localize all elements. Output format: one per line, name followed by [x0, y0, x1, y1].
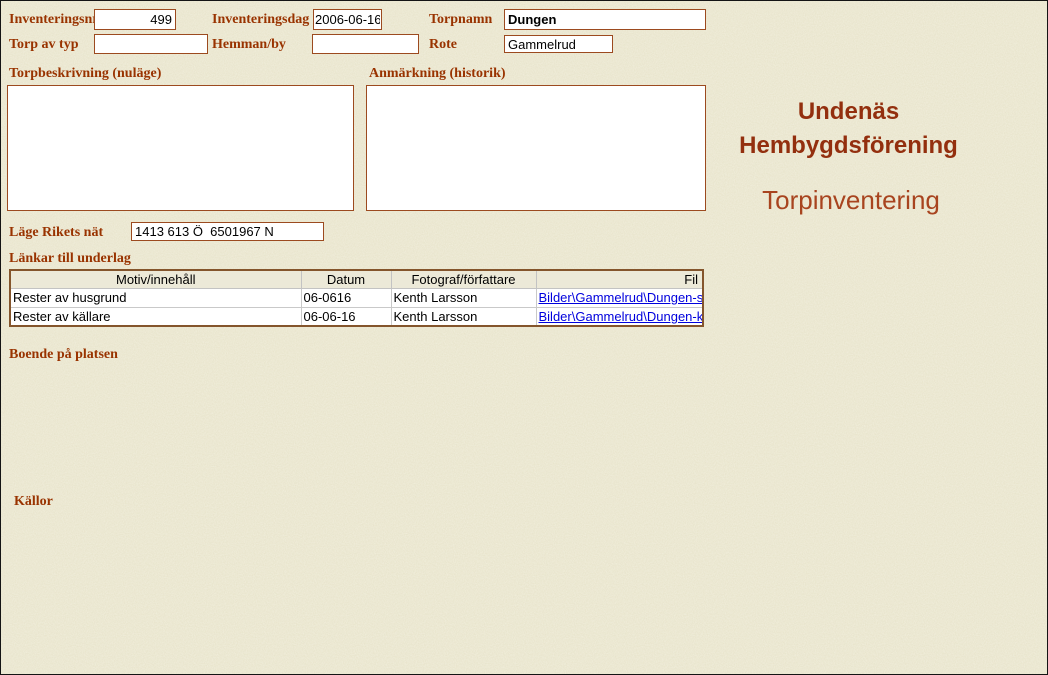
- motiv-cell: Rester av källare: [9, 306, 302, 327]
- lankar-till-underlag-label: Länkar till underlag: [9, 251, 131, 266]
- inventeringsdag-input[interactable]: [313, 9, 382, 30]
- inventeringsdag-label: Inventeringsdag: [212, 12, 310, 27]
- lage-rikets-nat-input[interactable]: [131, 222, 324, 241]
- links-table: Motiv/innehåll Datum Fotograf/författare…: [9, 269, 704, 327]
- torpnamn-input[interactable]: [504, 9, 706, 30]
- file-link[interactable]: Bilder\Gammelrud\Dungen-s: [539, 290, 703, 305]
- column-header-fotograf: Fotograf/författare: [390, 269, 537, 289]
- torpbeskrivning-textarea[interactable]: [7, 85, 354, 211]
- column-header-fil: Fil: [535, 269, 704, 289]
- boende-pa-platsen-label: Boende på platsen: [9, 347, 118, 362]
- torp-av-typ-input[interactable]: [94, 34, 208, 54]
- association-title-line1: Undenäs: [797, 98, 900, 125]
- fil-cell: Bilder\Gammelrud\Dungen-s: [535, 287, 704, 308]
- hemman-by-input[interactable]: [312, 34, 419, 54]
- file-link[interactable]: Bilder\Gammelrud\Dungen-k: [539, 309, 703, 324]
- torpnamn-label: Torpnamn: [429, 12, 493, 27]
- column-header-datum: Datum: [300, 269, 392, 289]
- anmarkning-label: Anmärkning (historik): [369, 66, 506, 81]
- datum-cell: 06-0616: [300, 287, 392, 308]
- torpinventering-window: Inventeringsnr Inventeringsdag Torpnamn …: [0, 0, 1048, 675]
- kallor-label: Källor: [14, 494, 53, 509]
- motiv-cell: Rester av husgrund: [9, 287, 302, 308]
- association-title-line2: Hembygdsförening: [739, 132, 958, 159]
- anmarkning-textarea[interactable]: [366, 85, 706, 211]
- fotograf-cell: Kenth Larsson: [390, 287, 537, 308]
- links-table-header-row: Motiv/innehåll Datum Fotograf/författare…: [9, 269, 704, 289]
- fotograf-cell: Kenth Larsson: [390, 306, 537, 327]
- inventeringsnr-label: Inventeringsnr: [9, 12, 99, 27]
- rote-input[interactable]: [504, 35, 613, 53]
- column-header-motiv: Motiv/innehåll: [9, 269, 302, 289]
- table-row: Rester av källare 06-06-16 Kenth Larsson…: [9, 306, 704, 327]
- table-row: Rester av husgrund 06-0616 Kenth Larsson…: [9, 287, 704, 308]
- lage-rikets-nat-label: Läge Rikets nät: [9, 225, 104, 240]
- rote-label: Rote: [429, 37, 457, 52]
- fil-cell: Bilder\Gammelrud\Dungen-k: [535, 306, 704, 327]
- inventeringsnr-input[interactable]: [94, 9, 176, 30]
- torpbeskrivning-label: Torpbeskrivning (nuläge): [9, 66, 162, 81]
- association-title: Undenäs Hembygdsförening: [701, 95, 996, 163]
- torp-av-typ-label: Torp av typ: [9, 37, 79, 52]
- hemman-by-label: Hemman/by: [212, 37, 286, 52]
- page-title: Torpinventering: [762, 185, 940, 215]
- datum-cell: 06-06-16: [300, 306, 392, 327]
